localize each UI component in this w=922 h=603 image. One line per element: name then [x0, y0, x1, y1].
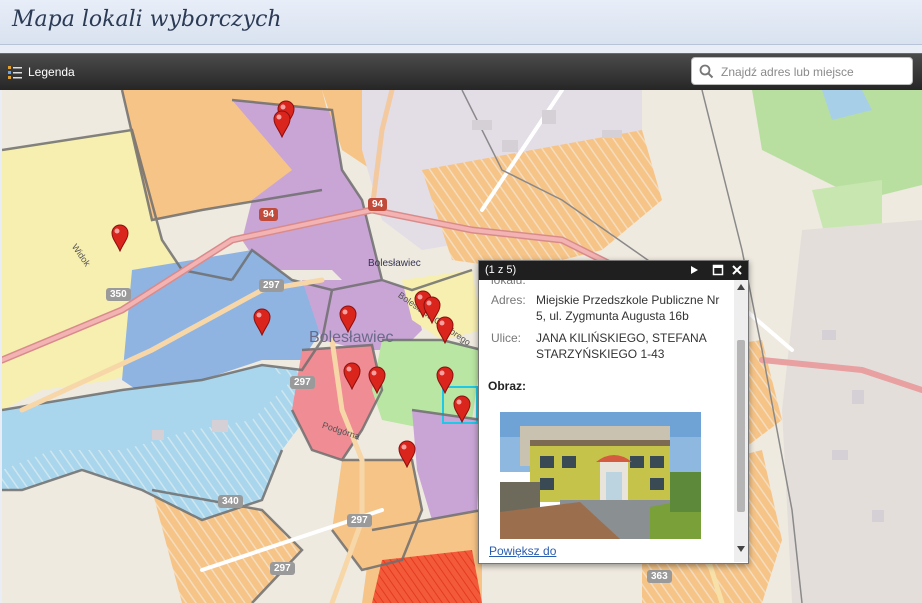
image-heading: Obraz:	[488, 379, 527, 393]
play-next-icon[interactable]	[687, 263, 701, 277]
page-title: Mapa lokali wyborczych	[12, 7, 282, 32]
polling-station-marker[interactable]	[338, 305, 358, 333]
polling-station-photo[interactable]	[500, 412, 701, 539]
polling-station-marker[interactable]	[367, 366, 387, 394]
polling-station-marker[interactable]	[435, 366, 455, 394]
popup-scrollbar[interactable]	[734, 280, 748, 562]
legend-button[interactable]: Legenda	[8, 62, 75, 82]
road-badge: 297	[259, 279, 284, 292]
scroll-up-icon[interactable]	[737, 284, 745, 290]
search-icon	[699, 64, 714, 79]
popup-counter: (1 z 5)	[485, 264, 517, 276]
search-box[interactable]	[691, 57, 913, 85]
road-badge: 94	[368, 198, 388, 211]
road-badge: 94	[259, 208, 279, 221]
page-header: Mapa lokali wyborczych	[0, 0, 922, 45]
zoom-to-link[interactable]: Powiększ do	[489, 544, 556, 558]
address-value: Miejskie Przedszkole Publiczne Nr 5, ul.…	[536, 293, 720, 323]
polling-station-marker[interactable]	[435, 316, 455, 344]
scrollbar-thumb[interactable]	[737, 340, 745, 512]
map-view[interactable]: Bolesławiec Bolesławiec Bolesława Chrobr…	[2, 90, 922, 603]
polling-station-marker[interactable]	[452, 395, 472, 423]
streets-label: Ulice:	[491, 331, 522, 345]
legend-label: Legenda	[28, 65, 75, 79]
legend-list-icon	[8, 66, 22, 79]
maximize-icon[interactable]	[711, 263, 725, 277]
map-basemap	[2, 90, 922, 603]
road-badge: 340	[218, 495, 243, 508]
close-icon[interactable]	[730, 263, 744, 277]
info-popup: (1 z 5) lokalu: Adres: Miejskie Przedszk…	[478, 260, 749, 564]
search-input[interactable]	[719, 61, 909, 83]
map-toolbar: Legenda	[0, 53, 922, 90]
street-label-top: Bolesławiec	[368, 258, 421, 269]
road-badge: 350	[106, 288, 131, 301]
photo-image	[500, 412, 701, 539]
road-badge: 297	[270, 562, 295, 575]
road-badge: 297	[290, 376, 315, 389]
road-badge: 363	[647, 570, 672, 583]
polling-station-marker[interactable]	[397, 440, 417, 468]
popup-body: lokalu: Adres: Miejskie Przedszkole Publ…	[479, 280, 734, 562]
scroll-down-icon[interactable]	[737, 546, 745, 552]
address-label: Adres:	[491, 293, 526, 307]
partial-field-label: lokalu:	[491, 280, 526, 287]
polling-station-marker[interactable]	[272, 110, 292, 138]
streets-value: JANA KILIŃSKIEGO, STEFANA STARZYŃSKIEGO …	[536, 331, 707, 361]
polling-station-marker[interactable]	[342, 362, 362, 390]
road-badge: 297	[347, 514, 372, 527]
polling-station-marker[interactable]	[110, 224, 130, 252]
popup-header: (1 z 5)	[479, 261, 748, 280]
polling-station-marker[interactable]	[252, 308, 272, 336]
